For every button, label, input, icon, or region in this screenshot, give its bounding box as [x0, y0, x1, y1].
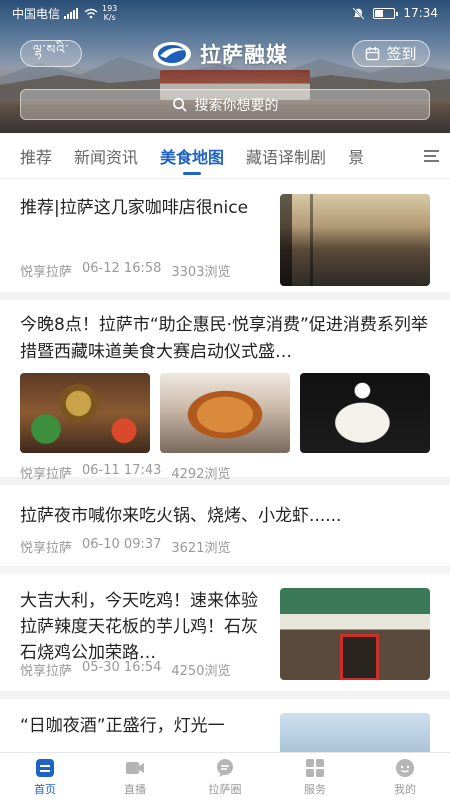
article-time: 06-11 17:43 [82, 463, 162, 478]
article-views: 3303浏览 [171, 265, 231, 280]
nav-label: 拉萨圈 [208, 782, 242, 796]
live-icon [126, 761, 144, 774]
tab-menu-icon[interactable] [412, 133, 450, 178]
article-thumbnail [280, 713, 430, 752]
signin-label: 签到 [386, 45, 417, 63]
tab-scenery[interactable]: 景 [348, 133, 364, 178]
profile-icon [396, 758, 414, 777]
tab-news[interactable]: 新闻资讯 [74, 133, 138, 178]
category-tabs: 推荐 新闻资讯 美食地图 藏语译制剧 景 [0, 133, 450, 179]
nav-live[interactable]: 直播 [90, 753, 180, 800]
signal-icon [64, 7, 79, 19]
news-feed: 推荐|拉萨这几家咖啡店很nice 悦享拉萨 06-12 16:58 3303浏览… [0, 180, 450, 752]
list-item[interactable]: 拉萨夜市喊你来吃火锅、烧烤、小龙虾...... 悦享拉萨 06-10 09:37… [0, 485, 450, 574]
search-placeholder: 搜索你想要的 [194, 97, 279, 114]
article-thumbnail [20, 373, 150, 453]
article-meta: 悦享拉萨 06-11 17:43 4292浏览 [20, 463, 430, 482]
nav-label: 首页 [34, 782, 56, 796]
article-views: 4250浏览 [171, 664, 231, 679]
app-screen: 中国电信 193 K/s 17:34 ལྷ་སའི་ 拉萨融媒 签到 搜索你想要… [0, 0, 450, 800]
article-time: 06-12 16:58 [82, 261, 162, 276]
article-title: 推荐|拉萨这几家咖啡店很nice [20, 198, 249, 218]
article-source: 悦享拉萨 [20, 265, 73, 280]
bottom-navigation: 首页 直播 拉萨圈 服务 我的 [0, 752, 450, 800]
header-banner: 中国电信 193 K/s 17:34 ལྷ་སའི་ 拉萨融媒 签到 搜索你想要… [0, 0, 450, 133]
article-title: 拉萨夜市喊你来吃火锅、烧烤、小龙虾...... [20, 506, 342, 526]
list-item[interactable]: “日咖夜酒”正盛行，灯光一 [0, 699, 450, 752]
calendar-icon [366, 46, 380, 61]
article-title: “日咖夜酒”正盛行，灯光一 [20, 716, 225, 736]
article-title: 今晚8点！拉萨市“助企惠民·悦享消费”促进消费系列举措暨西藏味道美食大赛启动仪式… [20, 315, 428, 362]
tab-recommend[interactable]: 推荐 [20, 133, 52, 178]
search-icon [172, 98, 186, 112]
article-thumbnail [300, 373, 430, 453]
clock: 17:34 [403, 6, 438, 20]
nav-services[interactable]: 服务 [270, 753, 360, 800]
home-icon [36, 758, 54, 777]
article-meta: 悦享拉萨 05-30 16:54 4250浏览 [20, 660, 230, 679]
article-time: 05-30 16:54 [82, 660, 162, 675]
article-thumbnail [280, 194, 430, 286]
article-source: 悦享拉萨 [20, 664, 73, 679]
wifi-icon [84, 8, 98, 18]
status-bar: 中国电信 193 K/s 17:34 [0, 0, 450, 26]
article-thumbnail [160, 373, 290, 453]
mute-bell-icon [352, 6, 366, 20]
nav-label: 服务 [304, 782, 326, 796]
nav-home[interactable]: 首页 [0, 753, 90, 800]
article-source: 悦享拉萨 [20, 467, 73, 482]
article-title: 大吉大利，今天吃鸡！速来体验拉萨辣度天花板的芋儿鸡！石灰石烧鸡公加荣路… [20, 591, 258, 663]
grid-icon [306, 758, 324, 777]
carrier-name: 中国电信 [12, 6, 61, 21]
tab-food-map[interactable]: 美食地图 [160, 133, 224, 178]
list-item[interactable]: 大吉大利，今天吃鸡！速来体验拉萨辣度天花板的芋儿鸡！石灰石烧鸡公加荣路… 悦享拉… [0, 574, 450, 699]
article-meta: 悦享拉萨 06-10 09:37 3621浏览 [20, 537, 430, 556]
article-thumbnail [280, 588, 430, 680]
article-time: 06-10 09:37 [82, 537, 162, 552]
tibetan-language-button[interactable]: ལྷ་སའི་ [20, 40, 82, 67]
nav-label: 我的 [394, 782, 416, 796]
brand: 拉萨融媒 [152, 36, 288, 72]
article-views: 4292浏览 [171, 467, 231, 482]
nav-lhasa-circle[interactable]: 拉萨圈 [180, 753, 270, 800]
nav-label: 直播 [124, 782, 146, 796]
network-speed: 193 K/s [102, 4, 118, 22]
signin-button[interactable]: 签到 [352, 40, 430, 67]
list-item[interactable]: 今晚8点！拉萨市“助企惠民·悦享消费”促进消费系列举措暨西藏味道美食大赛启动仪式… [0, 300, 450, 485]
app-logo-icon [153, 42, 191, 66]
article-source: 悦享拉萨 [20, 541, 73, 556]
tab-tibetan-drama[interactable]: 藏语译制剧 [246, 133, 326, 178]
search-bar[interactable]: 搜索你想要的 [20, 89, 430, 120]
battery-icon [373, 7, 399, 19]
article-meta: 悦享拉萨 06-12 16:58 3303浏览 [20, 261, 230, 280]
article-views: 3621浏览 [171, 541, 231, 556]
chat-circle-icon [217, 758, 233, 777]
app-title: 拉萨融媒 [200, 43, 288, 67]
nav-profile[interactable]: 我的 [360, 753, 450, 800]
list-item[interactable]: 推荐|拉萨这几家咖啡店很nice 悦享拉萨 06-12 16:58 3303浏览 [0, 180, 450, 300]
